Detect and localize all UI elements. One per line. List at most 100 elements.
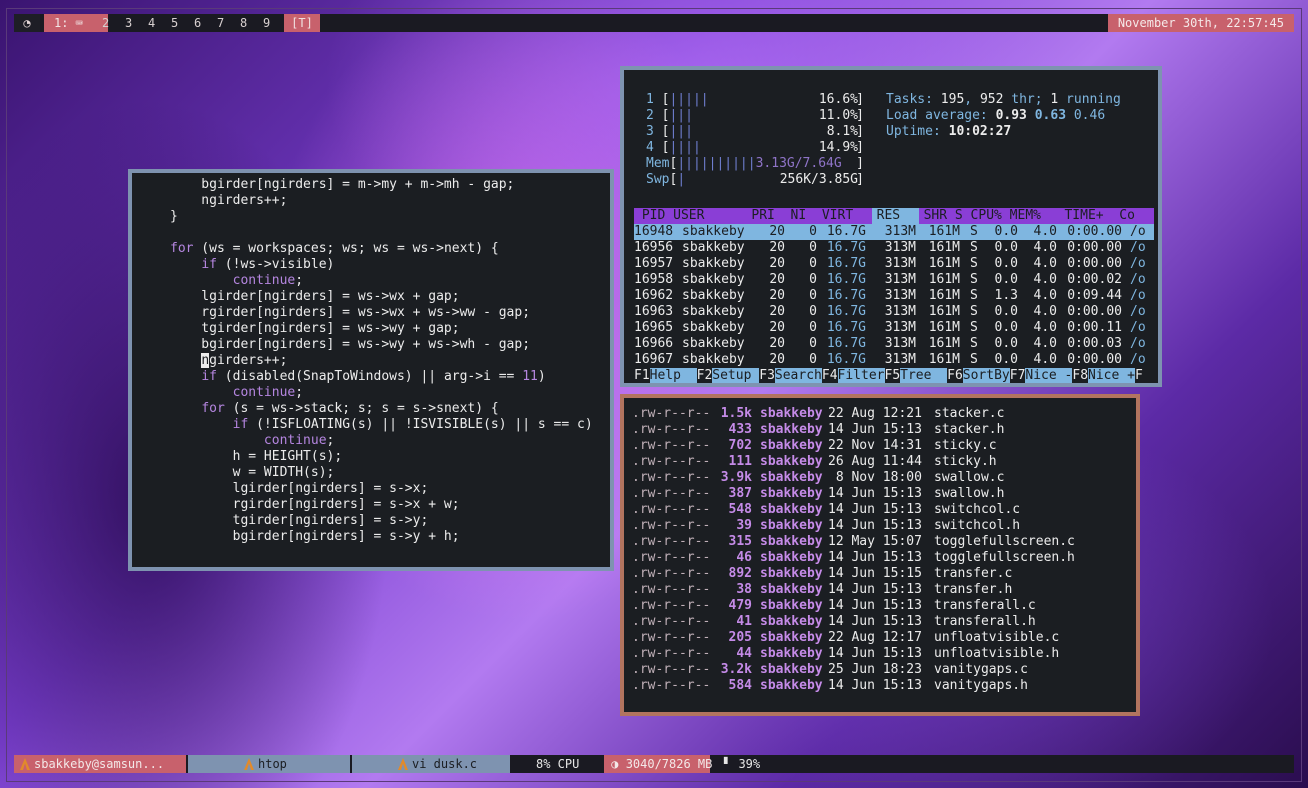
process-cpu: 0.0: [994, 240, 1018, 255]
fkey-label[interactable]: Tree: [900, 368, 948, 383]
process-shr: 161M: [928, 336, 960, 351]
process-mem: 4.0: [1033, 272, 1057, 287]
file-owner: sbakkeby: [760, 534, 823, 549]
file-row[interactable]: .rw-r--r-- 38 sbakkeby 14 Jun 15:13 transfer…: [632, 582, 1132, 598]
file-row[interactable]: .rw-r--r-- 44 sbakkeby 14 Jun 15:13 unfloatv…: [632, 646, 1132, 662]
fkey-label[interactable]: Nice -: [1025, 368, 1073, 383]
file-row[interactable]: .rw-r--r-- 548 sbakkeby 14 Jun 15:13 switchc…: [632, 502, 1132, 518]
file-size: 3.9k: [720, 470, 752, 485]
file-date: 22 Aug 12:21: [828, 406, 922, 421]
process-row[interactable]: 16965 sbakkeby 20 0 16.7G 313M 161M S 0.0 4.0 0:00…: [634, 320, 1154, 336]
cpu-bar: ||||: [669, 140, 701, 155]
file-date: 14 Jun 15:13: [828, 422, 922, 437]
file-name: transfer.h: [934, 582, 1013, 597]
file-row[interactable]: .rw-r--r-- 584 sbakkeby 14 Jun 15:13 vanityg…: [632, 678, 1132, 694]
process-ni: 0: [809, 272, 817, 287]
process-cmd: /o: [1130, 224, 1146, 239]
process-res: 313M: [884, 288, 916, 303]
file-row[interactable]: .rw-r--r-- 387 sbakkeby 14 Jun 15:13 swallow…: [632, 486, 1132, 502]
process-pri: 20: [769, 352, 785, 367]
vi-editor-window[interactable]: bgirder[ngirders] = m->my + m->mh - gap;…: [128, 169, 614, 571]
file-row[interactable]: .rw-r--r-- 46 sbakkeby 14 Jun 15:13 togglefu…: [632, 550, 1132, 566]
task-terminal[interactable]: sbakkeby@samsun...: [14, 755, 186, 773]
process-row[interactable]: 16966 sbakkeby 20 0 16.7G 313M 161M S 0.0 4.0 0:00…: [634, 336, 1154, 352]
tag-indicator[interactable]: [T]: [284, 14, 320, 32]
workspace-4[interactable]: 4: [148, 14, 155, 32]
process-res: 313M: [884, 352, 916, 367]
code-line: lgirder[ngirders] = ws->wx + gap;: [170, 289, 460, 304]
process-row[interactable]: 16958 sbakkeby 20 0 16.7G 313M 161M S 0.0 4.0 0:00…: [634, 272, 1154, 288]
fkey-label[interactable]: Search: [774, 368, 822, 383]
fkey-f: F: [1135, 368, 1143, 383]
fkey-label[interactable]: Filter: [837, 368, 885, 383]
workspace-8[interactable]: 8: [240, 14, 247, 32]
task-vi[interactable]: vi dusk.c: [352, 755, 510, 773]
file-row[interactable]: .rw-r--r-- 3.2k sbakkeby 25 Jun 18:23 vanity…: [632, 662, 1132, 678]
process-cpu: 1.3: [994, 288, 1018, 303]
file-row[interactable]: .rw-r--r-- 892 sbakkeby 14 Jun 15:15 transfe…: [632, 566, 1132, 582]
process-row[interactable]: 16956 sbakkeby 20 0 16.7G 313M 161M S 0.0 4.0 0:00…: [634, 240, 1154, 256]
workspace-1-active[interactable]: 1: ⌨: [44, 14, 108, 32]
process-virt: 16.7G: [826, 304, 866, 319]
file-row[interactable]: .rw-r--r-- 1.5k sbakkeby 22 Aug 12:21 stacke…: [632, 406, 1132, 422]
process-row[interactable]: 16967 sbakkeby 20 0 16.7G 313M 161M S 0.0 4.0 0:00…: [634, 352, 1154, 368]
process-time: 0:00.00: [1067, 240, 1122, 255]
process-pri: 20: [769, 224, 785, 239]
htop-window[interactable]: 1 [||||| 16.6%] 2 [||| 11.0%] 3 [||| 8.1%] 4 […: [620, 66, 1162, 387]
function-key-bar: F1Help F2Setup F3SearchF4FilterF5Tree F6…: [634, 368, 1143, 384]
process-res: 313M: [884, 304, 916, 319]
file-row[interactable]: .rw-r--r-- 41 sbakkeby 14 Jun 15:13 transfer…: [632, 614, 1132, 630]
process-cmd: /o: [1130, 256, 1146, 271]
process-pri: 20: [769, 272, 785, 287]
dusk-logo-icon[interactable]: ◔: [14, 14, 40, 32]
file-date: 14 Jun 15:13: [828, 646, 922, 661]
process-pid: 16966: [634, 336, 674, 351]
cpu-number: 1: [646, 92, 654, 107]
workspace-9[interactable]: 9: [263, 14, 270, 32]
file-row[interactable]: .rw-r--r-- 702 sbakkeby 22 Nov 14:31 sticky.…: [632, 438, 1132, 454]
workspace-3[interactable]: 3: [125, 14, 132, 32]
file-row[interactable]: .rw-r--r-- 39 sbakkeby 14 Jun 15:13 switchco…: [632, 518, 1132, 534]
file-permissions: .rw-r--r--: [632, 678, 711, 693]
file-row[interactable]: .rw-r--r-- 315 sbakkeby 12 May 15:07 togglef…: [632, 534, 1132, 550]
process-row[interactable]: 16962 sbakkeby 20 0 16.7G 313M 161M S 1.3 4.0 0:09…: [634, 288, 1154, 304]
code-line: rgirder[ngirders] = ws->wx + ws->ww - ga…: [170, 305, 531, 320]
fkey-f2: F2: [696, 368, 713, 383]
workspace-5[interactable]: 5: [171, 14, 178, 32]
task-htop[interactable]: htop: [188, 755, 350, 773]
process-mem: 4.0: [1033, 288, 1057, 303]
file-name: unfloatvisible.c: [934, 630, 1060, 645]
file-date: 26 Aug 11:44: [828, 454, 922, 469]
file-listing-window[interactable]: .rw-r--r-- 1.5k sbakkeby 22 Aug 12:21 stacke…: [620, 394, 1140, 716]
process-cpu: 0.0: [994, 304, 1018, 319]
workspace-7[interactable]: 7: [217, 14, 224, 32]
process-cpu: 0.0: [994, 336, 1018, 351]
process-row[interactable]: 16948 sbakkeby 20 0 16.7G 313M 161M S 0.0 4.0 0:00…: [634, 224, 1154, 240]
workspace-2[interactable]: 2: [102, 14, 109, 32]
file-row[interactable]: .rw-r--r-- 205 sbakkeby 22 Aug 12:17 unfloat…: [632, 630, 1132, 646]
process-row[interactable]: 16963 sbakkeby 20 0 16.7G 313M 161M S 0.0 4.0 0:00…: [634, 304, 1154, 320]
fkey-f1: F1: [634, 368, 650, 383]
file-permissions: .rw-r--r--: [632, 518, 711, 533]
process-row[interactable]: 16957 sbakkeby 20 0 16.7G 313M 161M S 0.0 4.0 0:00…: [634, 256, 1154, 272]
file-row[interactable]: .rw-r--r-- 111 sbakkeby 26 Aug 11:44 sticky.…: [632, 454, 1132, 470]
file-name: sticky.c: [934, 438, 997, 453]
fkey-f7: F7: [1009, 368, 1026, 383]
file-size: 111: [728, 454, 752, 469]
fkey-label[interactable]: Nice +: [1088, 368, 1135, 383]
file-row[interactable]: .rw-r--r-- 479 sbakkeby 14 Jun 15:13 transfe…: [632, 598, 1132, 614]
workspace-6[interactable]: 6: [194, 14, 201, 32]
process-table-header[interactable]: PID USER PRI NI VIRT RES SHR S CPU% MEM%…: [634, 208, 1135, 224]
process-virt: 16.7G: [826, 240, 866, 255]
fkey-label[interactable]: Setup: [712, 368, 760, 383]
file-row[interactable]: .rw-r--r-- 3.9k sbakkeby 8 Nov 18:00 swallo…: [632, 470, 1132, 486]
file-size: 702: [728, 438, 752, 453]
file-date: 25 Jun 18:23: [828, 662, 922, 677]
process-virt: 16.7G: [826, 272, 866, 287]
process-ni: 0: [809, 336, 817, 351]
file-permissions: .rw-r--r--: [632, 550, 711, 565]
clock: November 30th, 22:57:45: [1107, 14, 1294, 32]
fkey-label[interactable]: SortBy: [962, 368, 1010, 383]
file-row[interactable]: .rw-r--r-- 433 sbakkeby 14 Jun 15:13 stacker…: [632, 422, 1132, 438]
fkey-label[interactable]: Help: [649, 368, 697, 383]
